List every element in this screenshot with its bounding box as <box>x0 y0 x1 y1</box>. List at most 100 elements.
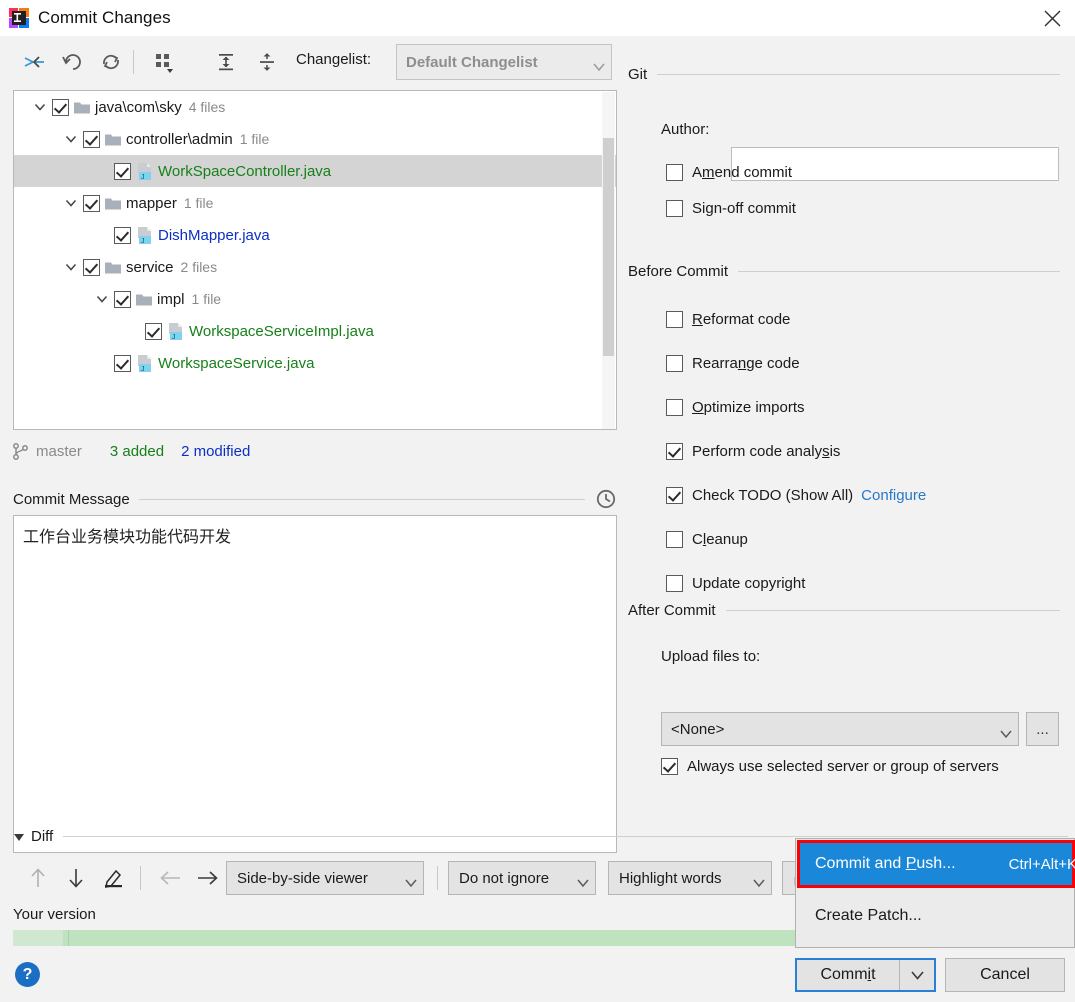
accept-right-icon[interactable] <box>190 860 226 896</box>
tree-row[interactable]: impl 1 file <box>14 283 616 315</box>
changed-files-tree[interactable]: java\com\sky 4 files controller\admin 1 fil… <box>13 90 617 430</box>
reformat-code-checkbox[interactable] <box>666 310 683 328</box>
divider <box>63 835 1068 837</box>
rearrange-code-checkbox[interactable] <box>666 354 683 372</box>
tree-row-name: WorkspaceServiceImpl.java <box>189 322 374 340</box>
tree-row-count: 4 files <box>188 99 226 115</box>
edit-source-icon[interactable] <box>96 860 132 896</box>
tree-row-checkbox[interactable] <box>83 130 100 148</box>
tree-row[interactable]: J WorkspaceServiceImpl.java <box>14 315 616 347</box>
git-branch-icon <box>13 442 28 460</box>
close-icon[interactable] <box>1029 0 1075 36</box>
refresh-icon[interactable] <box>94 45 128 79</box>
collapse-all-icon[interactable] <box>250 45 284 79</box>
rearrange-code-checkbox-row[interactable]: Rearrange code <box>666 352 800 374</box>
commit-button[interactable]: Comm i t <box>797 960 900 990</box>
perform-code-analysis-checkbox[interactable] <box>666 442 683 460</box>
tree-row[interactable]: J WorkspaceService.java <box>14 347 616 379</box>
chevron-down-icon[interactable] <box>34 100 48 114</box>
tree-row[interactable]: J DishMapper.java <box>14 219 616 251</box>
tree-row-name: WorkSpaceController.java <box>158 162 332 180</box>
amend-commit-checkbox[interactable] <box>666 163 683 181</box>
tree-row-count: 1 file <box>239 131 270 147</box>
commit-split-button[interactable]: Comm i t <box>795 958 936 992</box>
highlight-policy-value: Highlight words <box>619 869 722 887</box>
help-button[interactable]: ? <box>15 962 40 987</box>
check-todo-checkbox-row[interactable]: Check TODO (Show All) Configure <box>666 484 926 506</box>
cleanup-checkbox[interactable] <box>666 530 683 548</box>
folder-icon <box>74 101 90 114</box>
update-copyright-checkbox[interactable] <box>666 574 683 592</box>
tree-row[interactable]: controller\admin 1 file <box>14 123 616 155</box>
tree-scrollbar-thumb[interactable] <box>603 138 614 356</box>
configure-todo-link[interactable]: Configure <box>861 487 926 504</box>
before-commit-section-title: Before Commit <box>628 263 729 280</box>
chevron-down-icon[interactable] <box>65 132 79 146</box>
chevron-down-icon[interactable] <box>65 196 79 210</box>
next-difference-icon[interactable] <box>58 860 94 896</box>
optimize-imports-checkbox-row[interactable]: Optimize imports <box>666 396 805 418</box>
tree-row[interactable]: service 2 files <box>14 251 616 283</box>
tree-row-checkbox[interactable] <box>83 258 100 276</box>
before-commit-section-header: Before Commit <box>628 263 1060 280</box>
menu-item-commit-and-push[interactable]: Commit and Push... Ctrl+Alt+K <box>797 840 1075 888</box>
folder-icon <box>105 261 121 274</box>
tree-row-checkbox[interactable] <box>114 354 131 372</box>
accept-left-icon[interactable] <box>152 860 188 896</box>
cancel-button[interactable]: Cancel <box>945 958 1065 992</box>
menu-item-create-patch-label: Create Patch... <box>815 907 922 924</box>
group-by-icon[interactable] <box>148 45 182 79</box>
amend-commit-checkbox-row[interactable]: Amend commit <box>666 161 792 183</box>
tree-row-checkbox[interactable] <box>52 98 69 116</box>
tree-row-checkbox[interactable] <box>114 290 131 308</box>
tree-scrollbar[interactable] <box>602 92 615 429</box>
viewer-mode-select[interactable]: Side-by-side viewer <box>226 861 424 895</box>
tree-row-checkbox[interactable] <box>83 194 100 212</box>
window-title: Commit Changes <box>38 8 171 27</box>
clock-history-icon[interactable] <box>595 488 617 510</box>
collapse-diff-icon[interactable] <box>13 830 25 842</box>
check-todo-checkbox[interactable] <box>666 486 683 504</box>
chevron-down-icon[interactable] <box>65 260 79 274</box>
changes-toolbar: Changelist: Default Changelist <box>0 36 624 90</box>
tree-row-checkbox[interactable] <box>114 162 131 180</box>
tree-row-name: WorkspaceService.java <box>158 354 315 372</box>
cleanup-checkbox-row[interactable]: Cleanup <box>666 528 748 550</box>
menu-item-create-patch[interactable]: Create Patch... <box>799 894 1073 938</box>
commit-message-input[interactable]: 工作台业务模块功能代码开发 <box>13 515 617 853</box>
tree-row[interactable]: J WorkSpaceController.java <box>14 155 616 187</box>
perform-code-analysis-label: Perform code analysis <box>692 442 841 460</box>
perform-code-analysis-checkbox-row[interactable]: Perform code analysis <box>666 440 840 462</box>
highlight-policy-select[interactable]: Highlight words <box>608 861 772 895</box>
sign-off-commit-checkbox[interactable] <box>666 199 683 217</box>
always-use-server-checkbox-row[interactable]: Always use selected server or group of s… <box>661 755 999 777</box>
move-to-changelist-icon[interactable] <box>18 45 52 79</box>
always-use-server-checkbox[interactable] <box>661 757 678 775</box>
chevron-down-icon <box>593 59 605 72</box>
upload-server-select[interactable]: <None> <box>661 712 1019 746</box>
sign-off-commit-checkbox-row[interactable]: Sign-off commit <box>666 197 796 219</box>
folder-icon <box>105 133 121 146</box>
svg-text:J: J <box>141 238 145 244</box>
tree-row[interactable]: java\com\sky 4 files <box>14 91 616 123</box>
previous-difference-icon[interactable] <box>20 860 56 896</box>
ignore-policy-select[interactable]: Do not ignore <box>448 861 596 895</box>
reformat-code-checkbox-row[interactable]: Reformat code <box>666 308 790 330</box>
tree-row-name: java\com\sky <box>95 98 182 116</box>
tree-row-name: controller\admin <box>126 130 233 148</box>
branch-status-row: master 3 added 2 modified <box>13 436 250 466</box>
browse-servers-button[interactable]: ... <box>1026 712 1059 746</box>
changelist-select[interactable]: Default Changelist <box>396 44 612 80</box>
java-file-icon: J <box>136 354 153 373</box>
tree-row[interactable]: mapper 1 file <box>14 187 616 219</box>
update-copyright-checkbox-row[interactable]: Update copyright <box>666 572 805 594</box>
revert-icon[interactable] <box>56 45 90 79</box>
rearrange-code-label: Rearrange code <box>692 354 800 372</box>
tree-row-checkbox[interactable] <box>145 322 162 340</box>
commit-dropdown-arrow-icon[interactable] <box>900 960 934 990</box>
optimize-imports-checkbox[interactable] <box>666 398 683 416</box>
tree-row-checkbox[interactable] <box>114 226 131 244</box>
expand-all-icon[interactable] <box>209 45 243 79</box>
commit-dropdown-menu[interactable]: Commit and Push... Ctrl+Alt+K Create Pat… <box>795 838 1075 948</box>
chevron-down-icon[interactable] <box>96 292 110 306</box>
